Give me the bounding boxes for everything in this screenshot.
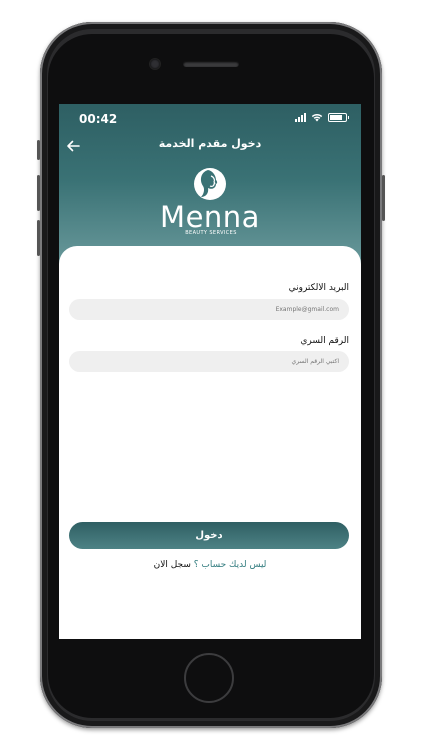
earpiece-speaker — [183, 61, 239, 67]
mute-switch — [37, 140, 40, 160]
home-button[interactable] — [184, 653, 234, 703]
password-label: الرقم السري — [300, 336, 349, 346]
page-title: دخول مقدم الخدمة — [158, 137, 262, 150]
app-screen: 00:42 دخول مقدم الخدمة Menna BEAUTY SERV… — [59, 104, 361, 639]
wifi-icon — [311, 113, 323, 122]
signup-link[interactable]: سجل الان — [154, 560, 191, 570]
front-camera — [150, 59, 160, 69]
email-field[interactable] — [69, 299, 349, 320]
brand-logo-text: Menna — [160, 200, 260, 234]
login-button[interactable]: دخول — [69, 522, 349, 549]
volume-down-button — [37, 220, 40, 256]
signal-icon — [295, 113, 306, 122]
no-account-text: ليس لديك حساب ؟ — [193, 560, 267, 570]
status-icons — [295, 113, 349, 122]
status-time: 00:42 — [79, 112, 118, 126]
password-field[interactable] — [69, 351, 349, 372]
status-bar: 00:42 — [59, 110, 361, 128]
brand-logo-subtitle: BEAUTY SERVICES — [185, 230, 237, 236]
signup-prompt: ليس لديك حساب ؟ سجل الان — [59, 560, 361, 570]
login-card: البريد الالكتروني الرقم السري — [59, 246, 361, 639]
woman-silhouette-icon — [194, 168, 226, 200]
volume-up-button — [37, 175, 40, 211]
battery-icon — [328, 113, 349, 122]
power-button — [382, 175, 385, 221]
email-label: البريد الالكتروني — [288, 283, 349, 293]
